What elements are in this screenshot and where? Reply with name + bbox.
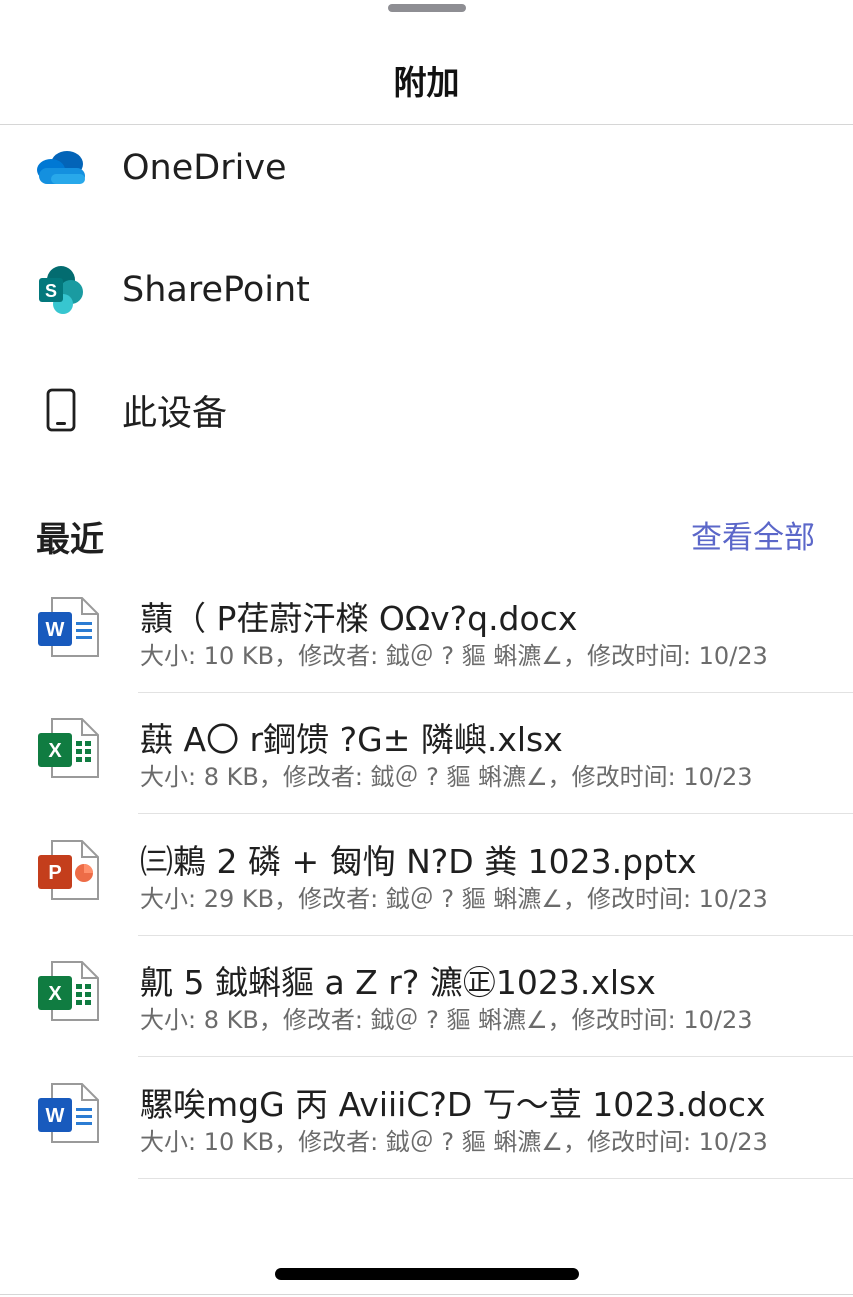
file-name: 鼿 5 鉞蝌貙 a Z r? 瀌㊣1023.xlsx bbox=[140, 963, 656, 1002]
svg-text:S: S bbox=[45, 281, 57, 301]
sheet-title: 附加 bbox=[393, 63, 460, 102]
location-sharepoint[interactable]: S SharePoint bbox=[0, 240, 853, 340]
onedrive-cloud-icon bbox=[32, 139, 90, 197]
file-name: ㈢鶫 2 磷 + 匓恂 N?D 粪 1023.pptx bbox=[140, 842, 697, 881]
location-this-device[interactable]: 此设备 bbox=[0, 360, 853, 460]
file-name: 騾唉mgG 丙 AviiiC?D 丂～荳 1023.docx bbox=[140, 1085, 766, 1124]
file-name: 蘏（ P荏蔚汗檪 OΩv?q.docx bbox=[140, 599, 578, 638]
home-indicator[interactable] bbox=[275, 1268, 579, 1280]
excel-sheet-icon: X bbox=[36, 958, 102, 1024]
recent-file-item[interactable]: X 鼿 5 鉞蝌貙 a Z r? 瀌㊣1023.xlsx 大小: 8 KB，修改… bbox=[0, 936, 853, 1057]
see-all-link[interactable]: 查看全部 bbox=[691, 512, 815, 557]
file-meta: 大小: 10 KB，修改者: 鉞＠ ? 貙 蝌瀌∠，修改时间: 10/23 bbox=[140, 642, 768, 670]
location-label: 此设备 bbox=[122, 393, 228, 434]
phone-device-icon bbox=[32, 381, 90, 439]
row-divider bbox=[138, 1056, 853, 1057]
file-name: 蕻 A〇 r鋼馈 ?G± 隣嶼.xlsx bbox=[140, 720, 563, 759]
word-doc-icon: W bbox=[36, 1080, 102, 1146]
file-meta: 大小: 8 KB，修改者: 鉞＠ ? 貙 蝌瀌∠，修改时间: 10/23 bbox=[140, 1006, 753, 1034]
excel-sheet-icon: X bbox=[36, 715, 102, 781]
recent-file-item[interactable]: X 蕻 A〇 r鋼馈 ?G± 隣嶼.xlsx 大小: 8 KB，修改者: 鉞＠ … bbox=[0, 693, 853, 814]
svg-text:W: W bbox=[46, 1105, 65, 1127]
sharepoint-icon: S bbox=[32, 261, 90, 319]
recent-file-item[interactable]: W 騾唉mgG 丙 AviiiC?D 丂～荳 1023.docx 大小: 10 … bbox=[0, 1058, 853, 1179]
powerpoint-slides-icon: P bbox=[36, 837, 102, 903]
row-divider bbox=[138, 1178, 853, 1179]
recent-section-title: 最近 bbox=[36, 520, 104, 560]
svg-text:W: W bbox=[46, 619, 65, 641]
recent-file-item[interactable]: P ㈢鶫 2 磷 + 匓恂 N?D 粪 1023.pptx 大小: 29 KB，… bbox=[0, 815, 853, 936]
file-meta: 大小: 8 KB，修改者: 鉞＠ ? 貙 蝌瀌∠，修改时间: 10/23 bbox=[140, 763, 753, 791]
attach-sheet: 附加 OneDrive S SharePoint 此设备 最近 查看全部 W 蘏… bbox=[0, 0, 853, 1297]
svg-text:X: X bbox=[48, 740, 62, 762]
file-meta: 大小: 29 KB，修改者: 鉞＠ ? 貙 蝌瀌∠，修改时间: 10/23 bbox=[140, 885, 768, 913]
location-label: SharePoint bbox=[122, 270, 310, 310]
recent-file-item[interactable]: W 蘏（ P荏蔚汗檪 OΩv?q.docx 大小: 10 KB，修改者: 鉞＠ … bbox=[0, 572, 853, 693]
svg-text:P: P bbox=[48, 862, 61, 884]
bottom-divider bbox=[0, 1294, 853, 1295]
sheet-grabber-handle[interactable] bbox=[388, 4, 466, 12]
location-onedrive[interactable]: OneDrive bbox=[0, 118, 853, 218]
row-divider bbox=[138, 813, 853, 814]
svg-text:X: X bbox=[48, 983, 62, 1005]
word-doc-icon: W bbox=[36, 594, 102, 660]
file-meta: 大小: 10 KB，修改者: 鉞＠ ? 貙 蝌瀌∠，修改时间: 10/23 bbox=[140, 1128, 768, 1156]
location-label: OneDrive bbox=[122, 148, 287, 188]
